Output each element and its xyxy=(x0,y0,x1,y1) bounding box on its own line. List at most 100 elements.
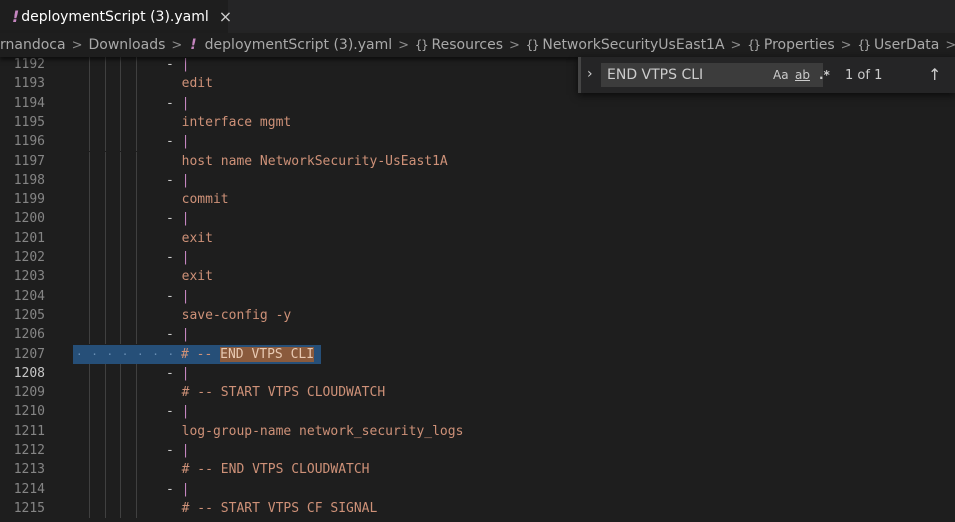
toggle-replace-chevron-icon[interactable]: › xyxy=(587,66,593,82)
indent-guide xyxy=(120,112,121,133)
indent-guide xyxy=(120,305,121,326)
indent-guide xyxy=(136,498,137,519)
code-line: 1204 - | xyxy=(0,286,955,306)
code-line: · · · · · · · · · · · · · · · · · 1207 # -… xyxy=(0,344,955,364)
code-line: 1200 - | xyxy=(0,209,955,229)
indent-guide xyxy=(89,190,90,210)
line-number: 1213 xyxy=(13,462,45,478)
line-number: 1204 xyxy=(13,288,45,304)
code-line: 1215 # -- START VTPS CF SIGNAL xyxy=(0,498,955,519)
indent-guide xyxy=(120,441,121,461)
line-number: 1196 xyxy=(13,134,45,150)
editor-tab[interactable]: ! deploymentScript (3).yaml × xyxy=(0,0,232,33)
code-line: 1205 save-config -y xyxy=(0,305,955,326)
regex-icon[interactable]: .* xyxy=(819,68,830,82)
code-text: - | xyxy=(166,95,190,111)
whole-word-icon[interactable]: ab xyxy=(795,68,810,82)
code-text: - | xyxy=(166,211,190,227)
code-text: # -- START VTPS CLOUDWATCH xyxy=(181,385,386,401)
code-text: host name NetworkSecurity-UsEast1A xyxy=(181,153,448,169)
indent-guide xyxy=(136,132,137,152)
chevron-right-icon: > xyxy=(730,37,742,53)
breadcrumb-item[interactable]: {} UserData xyxy=(858,37,940,53)
indent-guide xyxy=(120,421,121,441)
code-line: 1210 - | xyxy=(0,402,955,422)
breadcrumb-item[interactable]: {} NetworkSecurityUsEast1A xyxy=(526,37,725,53)
code-text: interface mgmt xyxy=(181,114,292,130)
indent-guide xyxy=(105,112,106,133)
indent-guide xyxy=(120,57,121,75)
indent-guide xyxy=(105,479,106,499)
breadcrumb-item[interactable]: {} Properties xyxy=(747,37,834,53)
indent-guide xyxy=(89,460,90,480)
indent-guide xyxy=(120,132,121,152)
find-input[interactable]: END VTPS CLI xyxy=(601,63,823,87)
close-icon[interactable]: × xyxy=(219,7,232,26)
yaml-exclamation-icon: ! xyxy=(190,37,197,53)
tab-title: deploymentScript (3).yaml xyxy=(21,8,209,25)
symbol-object-icon: {} xyxy=(525,38,539,52)
indent-guide xyxy=(105,170,106,191)
indent-guide xyxy=(89,441,90,461)
breadcrumb: rnandoca > Downloads >! deploymentScript (3)… xyxy=(0,33,955,57)
match-case-icon[interactable]: Aa xyxy=(773,68,789,82)
indent-guide xyxy=(136,248,137,268)
chevron-right-icon: > xyxy=(945,37,955,53)
indent-guide xyxy=(136,170,137,191)
indent-guide xyxy=(105,93,106,113)
indent-guide xyxy=(120,190,121,210)
indent-guide xyxy=(105,132,106,152)
code-text: - | xyxy=(166,134,190,150)
indent-guide xyxy=(136,151,137,171)
code-line: 1211 log-group-name network_security_log… xyxy=(0,421,955,441)
indent-guide xyxy=(89,498,90,519)
breadcrumb-item[interactable]: rnandoca xyxy=(0,37,66,53)
indent-guide xyxy=(120,460,121,480)
line-number: 1198 xyxy=(13,172,45,188)
indent-guide xyxy=(89,74,90,94)
indent-guide xyxy=(120,479,121,499)
indent-guide xyxy=(136,228,137,248)
indent-guide xyxy=(136,286,137,306)
breadcrumb-label: deploymentScript (3).yaml xyxy=(204,37,393,53)
indent-guide xyxy=(120,402,121,422)
arrow-up-icon[interactable]: ↑ xyxy=(928,65,941,84)
line-number: 1193 xyxy=(13,76,45,92)
find-result-count: 1 of 1 xyxy=(845,68,883,83)
indent-guide xyxy=(136,421,137,441)
breadcrumb-item[interactable]: ! deploymentScript (3).yaml xyxy=(188,37,392,53)
indent-guide xyxy=(89,132,90,152)
code-line: 1198 - | xyxy=(0,170,955,191)
breadcrumb-label: Downloads xyxy=(88,37,166,53)
indent-guide xyxy=(89,383,90,403)
breadcrumb-label: Properties xyxy=(763,37,835,53)
indent-guide xyxy=(136,460,137,480)
code-line: 1202 - | xyxy=(0,248,955,268)
chevron-right-icon: > xyxy=(171,37,183,53)
code-line: 1209 # -- START VTPS CLOUDWATCH xyxy=(0,383,955,403)
indent-guide xyxy=(89,112,90,133)
indent-guide xyxy=(136,74,137,94)
line-number: 1206 xyxy=(13,327,45,343)
indent-guide xyxy=(136,267,137,287)
line-number: 1215 xyxy=(13,500,45,516)
indent-guide xyxy=(105,363,106,384)
indent-guide xyxy=(89,267,90,287)
code-text: - | xyxy=(166,288,190,304)
code-editor[interactable]: 1192- | 1193 edit 1194- | 1195 interface mg… xyxy=(0,57,955,522)
indent-guide xyxy=(105,267,106,287)
indent-guide xyxy=(89,57,90,75)
indent-guide xyxy=(120,363,121,384)
breadcrumb-item[interactable]: {} Resources xyxy=(415,37,503,53)
indent-guide xyxy=(136,305,137,326)
breadcrumb-item[interactable]: Downloads xyxy=(88,37,165,53)
chevron-right-icon: > xyxy=(509,37,520,53)
code-text: - | xyxy=(166,172,190,188)
indent-guide xyxy=(120,498,121,519)
symbol-object-icon: {} xyxy=(857,38,871,52)
indent-guide xyxy=(89,93,90,113)
find-widget: › END VTPS CLI Aa ab .* 1 of 1 ↑ xyxy=(578,57,955,93)
indent-guide xyxy=(105,421,106,441)
code-text: # -- END VTPS CLOUDWATCH xyxy=(181,462,370,478)
indent-guide xyxy=(120,93,121,113)
